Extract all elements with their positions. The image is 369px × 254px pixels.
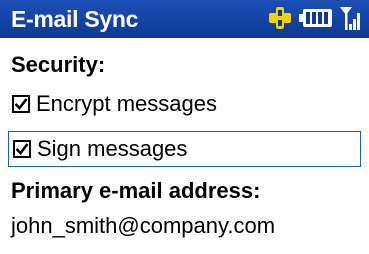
primary-email-heading: Primary e-mail address:	[11, 178, 261, 203]
encrypt-messages-checkbox[interactable]	[12, 95, 30, 113]
checkmark-icon	[15, 143, 29, 155]
encrypt-messages-label: Encrypt messages	[36, 91, 217, 116]
primary-email-value[interactable]: john_smith@company.com	[11, 213, 275, 239]
encrypt-messages-option[interactable]: Encrypt messages	[8, 86, 361, 122]
checkmark-icon	[14, 98, 28, 110]
signal-icon[interactable]	[339, 5, 361, 36]
sign-messages-checkbox[interactable]	[13, 140, 31, 158]
sign-messages-label: Sign messages	[37, 136, 188, 161]
title-bar: E-mail Sync	[0, 0, 369, 38]
connectivity-icon[interactable]	[267, 6, 293, 35]
status-icons	[267, 6, 361, 34]
battery-icon[interactable]	[299, 6, 333, 35]
sign-messages-option[interactable]: Sign messages	[8, 131, 361, 167]
app-title: E-mail Sync	[11, 5, 139, 32]
security-heading: Security:	[11, 52, 106, 77]
